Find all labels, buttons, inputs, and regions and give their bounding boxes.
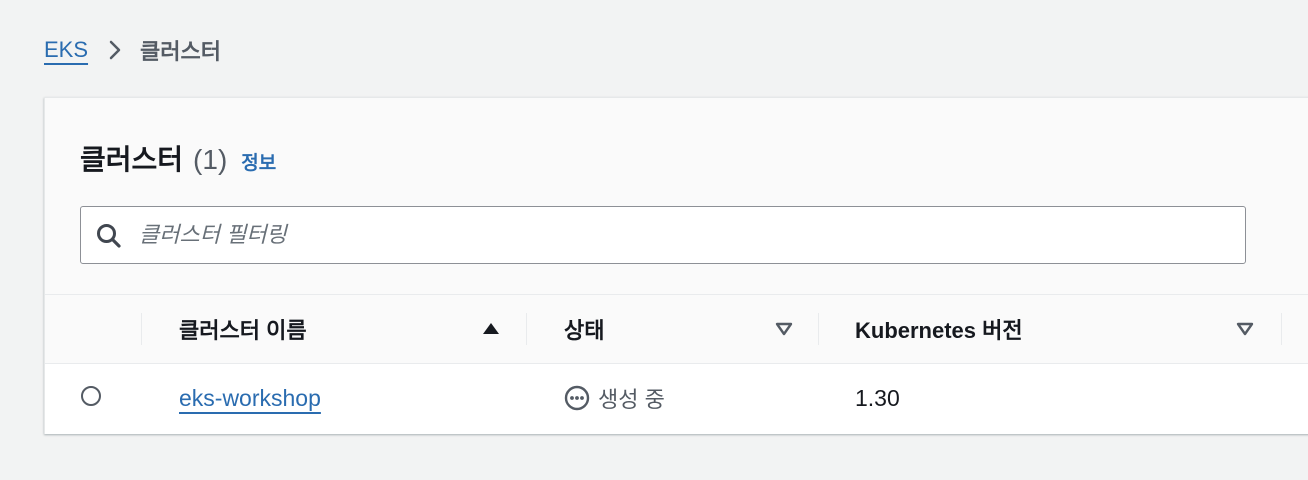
sort-descending-outline-icon[interactable] <box>774 319 794 339</box>
cluster-count: (1) <box>193 144 228 175</box>
panel-header: 클러스터 (1) 정보 <box>45 98 1308 294</box>
page-title: 클러스터 (1) 정보 <box>80 138 276 178</box>
table-header: 클러스터 이름 상태 Kubernetes 버전 <box>45 294 1308 364</box>
sort-ascending-icon[interactable] <box>481 319 501 339</box>
sort-descending-outline-icon[interactable] <box>1235 319 1255 339</box>
column-label: 상태 <box>564 318 605 343</box>
column-divider <box>818 313 819 345</box>
status-text: 생성 중 <box>598 387 665 412</box>
column-divider <box>1281 313 1282 345</box>
status-indicator: 생성 중 <box>564 382 665 414</box>
chevron-right-icon <box>108 39 122 61</box>
in-progress-icon <box>564 385 590 411</box>
filter-search-box[interactable] <box>80 206 1246 264</box>
column-header-kubernetes-version[interactable]: Kubernetes 버전 <box>855 295 1023 363</box>
column-label: 클러스터 이름 <box>179 318 307 343</box>
version-cell: 1.30 <box>855 363 900 433</box>
column-divider <box>141 313 142 345</box>
kubernetes-version: 1.30 <box>855 384 900 411</box>
status-cell: 생성 중 <box>564 363 665 433</box>
breadcrumb: EKS 클러스터 <box>44 34 221 66</box>
column-divider <box>526 313 527 345</box>
clusters-panel: 클러스터 (1) 정보 클러스터 이름 상태 Kubernetes 버전 <box>44 97 1308 434</box>
info-link[interactable]: 정보 <box>241 148 276 175</box>
breadcrumb-current: 클러스터 <box>140 39 221 64</box>
filter-input[interactable] <box>137 207 1231 263</box>
search-icon <box>95 222 123 250</box>
row-select-radio[interactable] <box>81 386 101 406</box>
breadcrumb-eks-link[interactable]: EKS <box>44 37 88 63</box>
column-label: Kubernetes 버전 <box>855 318 1023 343</box>
column-header-cluster-name[interactable]: 클러스터 이름 <box>179 295 307 363</box>
panel-title-text: 클러스터 <box>80 144 184 175</box>
table-row: eks-workshop 생성 중 1.30 <box>45 363 1308 433</box>
cluster-name-link[interactable]: eks-workshop <box>179 385 321 412</box>
column-header-status[interactable]: 상태 <box>564 295 604 363</box>
cluster-name-cell: eks-workshop <box>179 363 321 433</box>
